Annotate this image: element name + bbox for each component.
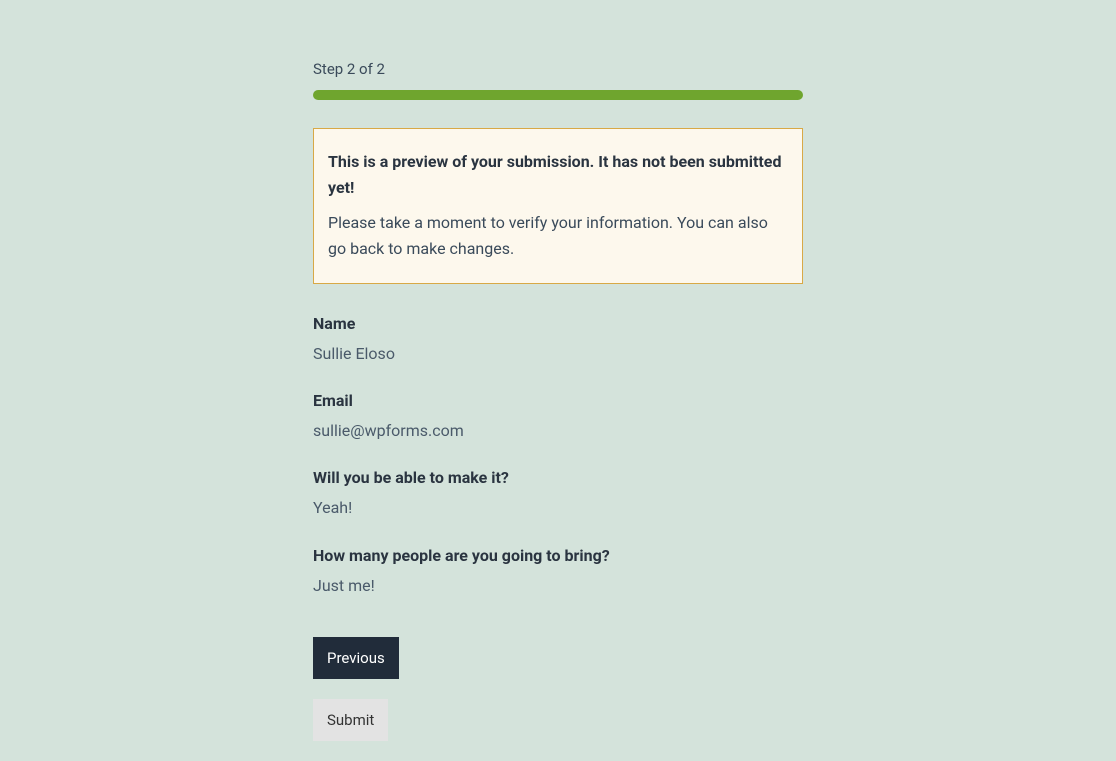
step-indicator: Step 2 of 2	[313, 60, 803, 78]
previous-button[interactable]: Previous	[313, 637, 399, 679]
form-preview-container: Step 2 of 2 This is a preview of your su…	[313, 60, 803, 750]
field-label-name: Name	[313, 314, 803, 333]
notice-text: Please take a moment to verify your info…	[328, 210, 788, 263]
field-guests: How many people are you going to bring? …	[313, 546, 803, 597]
notice-title: This is a preview of your submission. It…	[328, 149, 788, 202]
field-label-email: Email	[313, 391, 803, 410]
submit-button[interactable]: Submit	[313, 699, 388, 741]
preview-notice: This is a preview of your submission. It…	[313, 128, 803, 284]
button-group: Previous Submit	[313, 637, 803, 761]
field-value-email: sullie@wpforms.com	[313, 420, 803, 442]
field-value-name: Sullie Eloso	[313, 343, 803, 365]
field-label-guests: How many people are you going to bring?	[313, 546, 803, 565]
field-attendance: Will you be able to make it? Yeah!	[313, 468, 803, 519]
field-label-attendance: Will you be able to make it?	[313, 468, 803, 487]
field-name: Name Sullie Eloso	[313, 314, 803, 365]
field-value-guests: Just me!	[313, 575, 803, 597]
field-value-attendance: Yeah!	[313, 497, 803, 519]
progress-bar	[313, 90, 803, 100]
field-email: Email sullie@wpforms.com	[313, 391, 803, 442]
